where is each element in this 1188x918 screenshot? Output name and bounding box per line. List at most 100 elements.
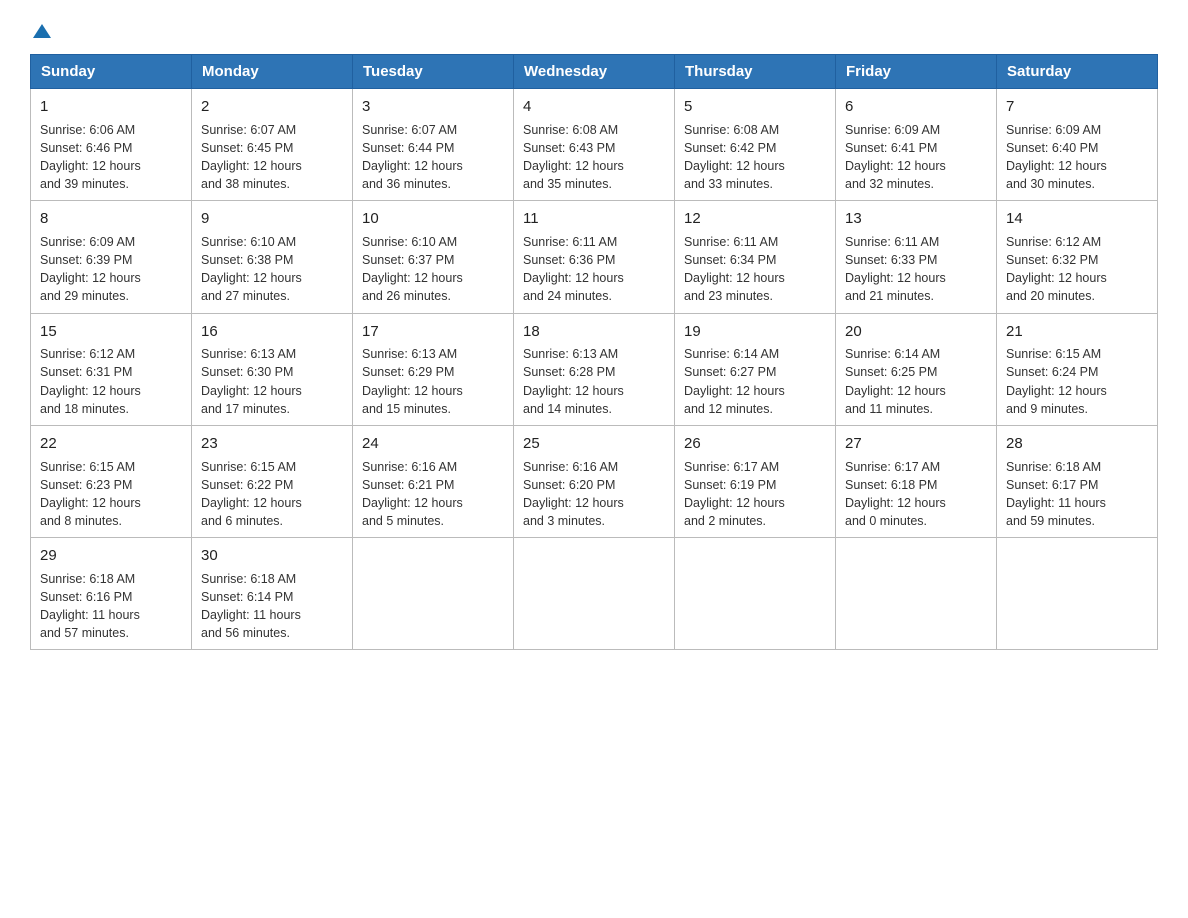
day-info: Sunrise: 6:07 AMSunset: 6:45 PMDaylight:… bbox=[201, 123, 302, 191]
day-number: 10 bbox=[362, 208, 504, 230]
day-number: 21 bbox=[1006, 321, 1148, 343]
day-info: Sunrise: 6:18 AMSunset: 6:14 PMDaylight:… bbox=[201, 572, 301, 640]
calendar-cell: 5 Sunrise: 6:08 AMSunset: 6:42 PMDaylight… bbox=[675, 89, 836, 201]
day-number: 5 bbox=[684, 96, 826, 118]
header-saturday: Saturday bbox=[997, 55, 1158, 89]
calendar-cell: 14Sunrise: 6:12 AMSunset: 6:32 PMDayligh… bbox=[997, 201, 1158, 313]
day-info: Sunrise: 6:06 AMSunset: 6:46 PMDaylight:… bbox=[40, 123, 141, 191]
week-row-2: 8Sunrise: 6:09 AMSunset: 6:39 PMDaylight… bbox=[31, 201, 1158, 313]
logo bbox=[30, 20, 51, 36]
day-number: 25 bbox=[523, 433, 665, 455]
day-info: Sunrise: 6:18 AMSunset: 6:17 PMDaylight:… bbox=[1006, 460, 1106, 528]
day-info: Sunrise: 6:08 AMSunset: 6:42 PMDaylight:… bbox=[684, 123, 785, 191]
calendar-cell: 7 Sunrise: 6:09 AMSunset: 6:40 PMDaylight… bbox=[997, 89, 1158, 201]
header-friday: Friday bbox=[836, 55, 997, 89]
day-number: 12 bbox=[684, 208, 826, 230]
day-number: 4 bbox=[523, 96, 665, 118]
calendar-cell: 16Sunrise: 6:13 AMSunset: 6:30 PMDayligh… bbox=[192, 313, 353, 425]
day-number: 19 bbox=[684, 321, 826, 343]
day-info: Sunrise: 6:13 AMSunset: 6:29 PMDaylight:… bbox=[362, 347, 463, 415]
week-row-3: 15Sunrise: 6:12 AMSunset: 6:31 PMDayligh… bbox=[31, 313, 1158, 425]
day-number: 13 bbox=[845, 208, 987, 230]
day-number: 8 bbox=[40, 208, 182, 230]
day-info: Sunrise: 6:12 AMSunset: 6:31 PMDaylight:… bbox=[40, 347, 141, 415]
calendar-cell: 25 Sunrise: 6:16 AMSunset: 6:20 PMDayligh… bbox=[514, 425, 675, 537]
day-info: Sunrise: 6:16 AMSunset: 6:21 PMDaylight:… bbox=[362, 460, 463, 528]
day-info: Sunrise: 6:09 AMSunset: 6:41 PMDaylight:… bbox=[845, 123, 946, 191]
calendar-cell bbox=[997, 538, 1158, 650]
calendar-cell: 19Sunrise: 6:14 AMSunset: 6:27 PMDayligh… bbox=[675, 313, 836, 425]
day-info: Sunrise: 6:10 AMSunset: 6:38 PMDaylight:… bbox=[201, 235, 302, 303]
day-info: Sunrise: 6:07 AMSunset: 6:44 PMDaylight:… bbox=[362, 123, 463, 191]
day-info: Sunrise: 6:15 AMSunset: 6:24 PMDaylight:… bbox=[1006, 347, 1107, 415]
day-info: Sunrise: 6:16 AMSunset: 6:20 PMDaylight:… bbox=[523, 460, 624, 528]
calendar-cell: 4 Sunrise: 6:08 AMSunset: 6:43 PMDaylight… bbox=[514, 89, 675, 201]
day-info: Sunrise: 6:10 AMSunset: 6:37 PMDaylight:… bbox=[362, 235, 463, 303]
calendar-cell: 13 Sunrise: 6:11 AMSunset: 6:33 PMDayligh… bbox=[836, 201, 997, 313]
day-info: Sunrise: 6:14 AMSunset: 6:25 PMDaylight:… bbox=[845, 347, 946, 415]
header-wednesday: Wednesday bbox=[514, 55, 675, 89]
header-monday: Monday bbox=[192, 55, 353, 89]
week-row-4: 22Sunrise: 6:15 AMSunset: 6:23 PMDayligh… bbox=[31, 425, 1158, 537]
day-number: 24 bbox=[362, 433, 504, 455]
day-info: Sunrise: 6:13 AMSunset: 6:28 PMDaylight:… bbox=[523, 347, 624, 415]
day-number: 3 bbox=[362, 96, 504, 118]
calendar-cell: 12 Sunrise: 6:11 AMSunset: 6:34 PMDayligh… bbox=[675, 201, 836, 313]
day-number: 1 bbox=[40, 96, 182, 118]
calendar-cell: 2 Sunrise: 6:07 AMSunset: 6:45 PMDaylight… bbox=[192, 89, 353, 201]
logo-icon bbox=[30, 22, 51, 38]
day-number: 11 bbox=[523, 208, 665, 230]
calendar-cell bbox=[353, 538, 514, 650]
day-number: 7 bbox=[1006, 96, 1148, 118]
calendar-cell: 9 Sunrise: 6:10 AMSunset: 6:38 PMDaylight… bbox=[192, 201, 353, 313]
calendar-cell: 26Sunrise: 6:17 AMSunset: 6:19 PMDayligh… bbox=[675, 425, 836, 537]
day-number: 2 bbox=[201, 96, 343, 118]
calendar-cell: 1 Sunrise: 6:06 AMSunset: 6:46 PMDaylight… bbox=[31, 89, 192, 201]
calendar-cell: 20 Sunrise: 6:14 AMSunset: 6:25 PMDayligh… bbox=[836, 313, 997, 425]
day-number: 29 bbox=[40, 545, 182, 567]
day-info: Sunrise: 6:12 AMSunset: 6:32 PMDaylight:… bbox=[1006, 235, 1107, 303]
calendar-cell: 10 Sunrise: 6:10 AMSunset: 6:37 PMDayligh… bbox=[353, 201, 514, 313]
day-info: Sunrise: 6:11 AMSunset: 6:36 PMDaylight:… bbox=[523, 235, 624, 303]
day-number: 16 bbox=[201, 321, 343, 343]
calendar-cell: 27Sunrise: 6:17 AMSunset: 6:18 PMDayligh… bbox=[836, 425, 997, 537]
day-number: 9 bbox=[201, 208, 343, 230]
calendar-cell: 3 Sunrise: 6:07 AMSunset: 6:44 PMDaylight… bbox=[353, 89, 514, 201]
day-number: 17 bbox=[362, 321, 504, 343]
calendar-cell: 28 Sunrise: 6:18 AMSunset: 6:17 PMDayligh… bbox=[997, 425, 1158, 537]
day-number: 18 bbox=[523, 321, 665, 343]
weekday-header-row: SundayMondayTuesdayWednesdayThursdayFrid… bbox=[31, 55, 1158, 89]
day-info: Sunrise: 6:18 AMSunset: 6:16 PMDaylight:… bbox=[40, 572, 140, 640]
day-number: 23 bbox=[201, 433, 343, 455]
day-info: Sunrise: 6:11 AMSunset: 6:33 PMDaylight:… bbox=[845, 235, 946, 303]
day-info: Sunrise: 6:11 AMSunset: 6:34 PMDaylight:… bbox=[684, 235, 785, 303]
calendar-cell: 6Sunrise: 6:09 AMSunset: 6:41 PMDaylight… bbox=[836, 89, 997, 201]
calendar-cell: 30Sunrise: 6:18 AMSunset: 6:14 PMDayligh… bbox=[192, 538, 353, 650]
calendar-cell: 24 Sunrise: 6:16 AMSunset: 6:21 PMDayligh… bbox=[353, 425, 514, 537]
day-info: Sunrise: 6:09 AMSunset: 6:40 PMDaylight:… bbox=[1006, 123, 1107, 191]
calendar-cell: 21 Sunrise: 6:15 AMSunset: 6:24 PMDayligh… bbox=[997, 313, 1158, 425]
calendar-cell bbox=[836, 538, 997, 650]
header-thursday: Thursday bbox=[675, 55, 836, 89]
header-tuesday: Tuesday bbox=[353, 55, 514, 89]
day-number: 26 bbox=[684, 433, 826, 455]
calendar-cell: 18 Sunrise: 6:13 AMSunset: 6:28 PMDayligh… bbox=[514, 313, 675, 425]
day-number: 20 bbox=[845, 321, 987, 343]
header bbox=[30, 20, 1158, 36]
calendar-cell bbox=[675, 538, 836, 650]
calendar-cell: 22Sunrise: 6:15 AMSunset: 6:23 PMDayligh… bbox=[31, 425, 192, 537]
day-number: 22 bbox=[40, 433, 182, 455]
calendar-table: SundayMondayTuesdayWednesdayThursdayFrid… bbox=[30, 54, 1158, 650]
week-row-1: 1 Sunrise: 6:06 AMSunset: 6:46 PMDaylight… bbox=[31, 89, 1158, 201]
calendar-cell: 17 Sunrise: 6:13 AMSunset: 6:29 PMDayligh… bbox=[353, 313, 514, 425]
header-sunday: Sunday bbox=[31, 55, 192, 89]
calendar-cell: 8Sunrise: 6:09 AMSunset: 6:39 PMDaylight… bbox=[31, 201, 192, 313]
calendar-cell: 23Sunrise: 6:15 AMSunset: 6:22 PMDayligh… bbox=[192, 425, 353, 537]
week-row-5: 29 Sunrise: 6:18 AMSunset: 6:16 PMDayligh… bbox=[31, 538, 1158, 650]
calendar-cell: 15Sunrise: 6:12 AMSunset: 6:31 PMDayligh… bbox=[31, 313, 192, 425]
day-info: Sunrise: 6:08 AMSunset: 6:43 PMDaylight:… bbox=[523, 123, 624, 191]
day-number: 28 bbox=[1006, 433, 1148, 455]
calendar-cell: 29 Sunrise: 6:18 AMSunset: 6:16 PMDayligh… bbox=[31, 538, 192, 650]
calendar-cell: 11 Sunrise: 6:11 AMSunset: 6:36 PMDayligh… bbox=[514, 201, 675, 313]
calendar-cell bbox=[514, 538, 675, 650]
